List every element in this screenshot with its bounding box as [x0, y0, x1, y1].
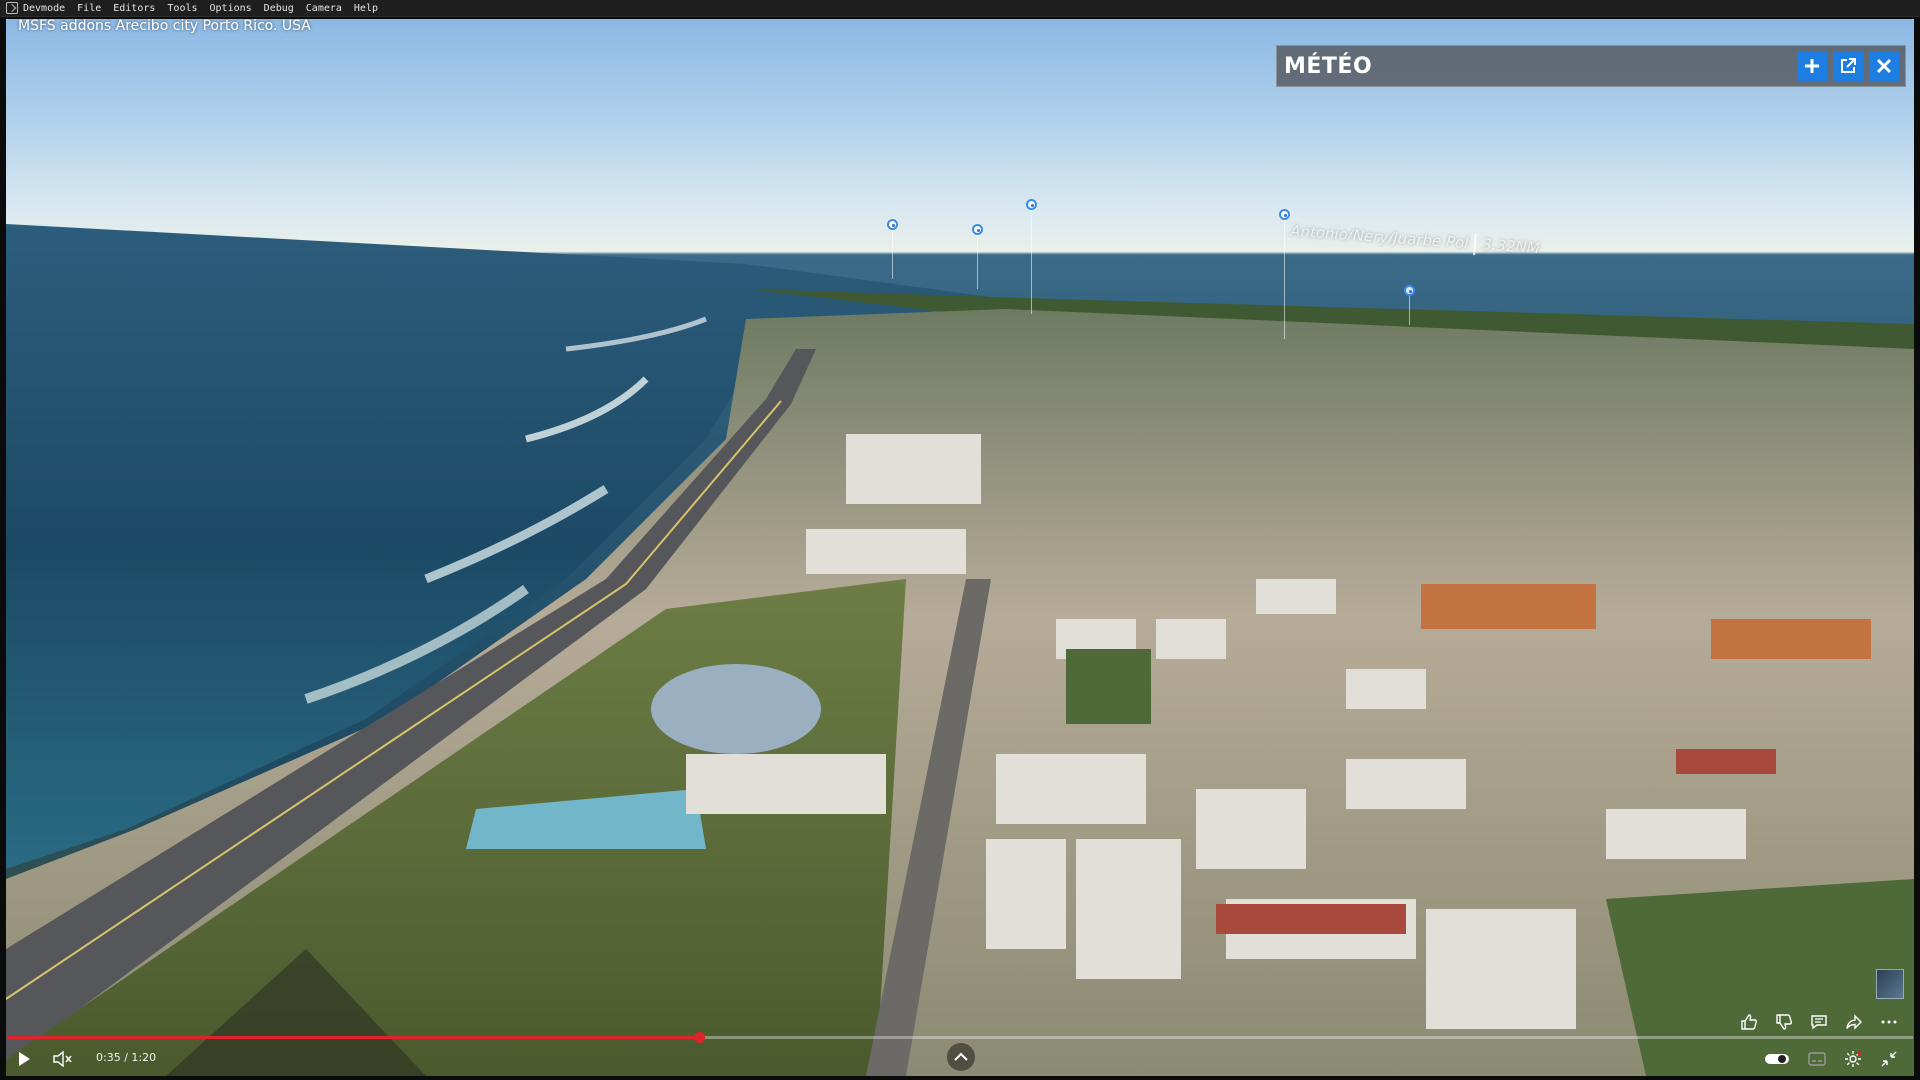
mute-button[interactable]	[52, 1049, 74, 1069]
plus-icon	[1805, 59, 1819, 73]
dislike-button[interactable]	[1773, 1011, 1795, 1033]
waypoint-marker-icon[interactable]	[1404, 285, 1415, 296]
aerial-scene	[6, 224, 1914, 1076]
poi-marker-icon[interactable]	[972, 224, 983, 235]
meteo-popout-button[interactable]	[1833, 51, 1863, 81]
menu-help[interactable]: Help	[354, 3, 378, 14]
menu-options[interactable]: Options	[210, 3, 252, 14]
toggle-icon	[1765, 1054, 1789, 1064]
play-button[interactable]	[14, 1049, 34, 1069]
settings-button[interactable]	[1842, 1049, 1864, 1069]
meteo-panel: MÉTÉO	[1276, 45, 1906, 87]
more-button[interactable]	[1878, 1011, 1900, 1033]
sim-viewport[interactable]: MSFS addons Arecibo city Porto Rico. USA…	[6, 19, 1914, 1076]
video-actions	[1738, 1011, 1900, 1033]
marker-line	[1284, 219, 1285, 339]
thumbs-down-icon	[1776, 1014, 1792, 1030]
comments-button[interactable]	[1808, 1011, 1830, 1033]
popout-icon	[1841, 58, 1856, 73]
marker-line	[892, 229, 893, 279]
menu-devmode[interactable]: Devmode	[23, 3, 65, 14]
meteo-add-button[interactable]	[1797, 51, 1827, 81]
share-icon	[1846, 1014, 1862, 1030]
comment-icon	[1811, 1015, 1827, 1030]
meteo-close-button[interactable]	[1869, 51, 1899, 81]
progress-fill	[7, 1036, 699, 1039]
poi-marker-icon[interactable]	[1279, 209, 1290, 220]
marker-line	[1409, 295, 1410, 325]
marker-line	[1031, 209, 1032, 314]
poi-marker-icon[interactable]	[887, 219, 898, 230]
exit-fullscreen-button[interactable]	[1878, 1049, 1900, 1069]
menu-camera[interactable]: Camera	[306, 3, 342, 14]
menu-file[interactable]: File	[77, 3, 101, 14]
volume-muted-icon	[53, 1051, 72, 1067]
play-icon	[19, 1052, 30, 1066]
gear-icon	[1845, 1051, 1861, 1067]
poi-marker-icon[interactable]	[1026, 199, 1037, 210]
time-display: 0:35 / 1:20	[96, 1051, 157, 1064]
waypoint-distance: 3.32NM	[1481, 235, 1541, 258]
progress-scrubber[interactable]	[693, 1032, 705, 1043]
meteo-title: MÉTÉO	[1284, 53, 1373, 79]
expand-controls-button[interactable]	[947, 1043, 975, 1071]
mini-thumbnail[interactable]	[1876, 969, 1904, 999]
marker-line	[977, 234, 978, 289]
progress-bar[interactable]	[7, 1032, 1913, 1043]
scene-title: MSFS addons Arecibo city Porto Rico. USA	[18, 19, 311, 34]
chevron-up-icon	[954, 1052, 968, 1061]
thumbs-up-icon	[1741, 1014, 1757, 1030]
label-separator	[1473, 233, 1478, 256]
close-icon	[1876, 58, 1892, 74]
like-button[interactable]	[1738, 1011, 1760, 1033]
menu-bar: Devmode File Editors Tools Options Debug…	[0, 0, 1920, 17]
menu-debug[interactable]: Debug	[264, 3, 294, 14]
menu-tools[interactable]: Tools	[167, 3, 197, 14]
app-icon	[6, 2, 18, 14]
more-icon	[1881, 1020, 1897, 1024]
captions-icon	[1808, 1052, 1826, 1066]
menu-editors[interactable]: Editors	[113, 3, 155, 14]
share-button[interactable]	[1843, 1011, 1865, 1033]
captions-button[interactable]	[1806, 1049, 1828, 1069]
collapse-icon	[1881, 1051, 1897, 1067]
autoplay-toggle[interactable]	[1764, 1049, 1790, 1069]
